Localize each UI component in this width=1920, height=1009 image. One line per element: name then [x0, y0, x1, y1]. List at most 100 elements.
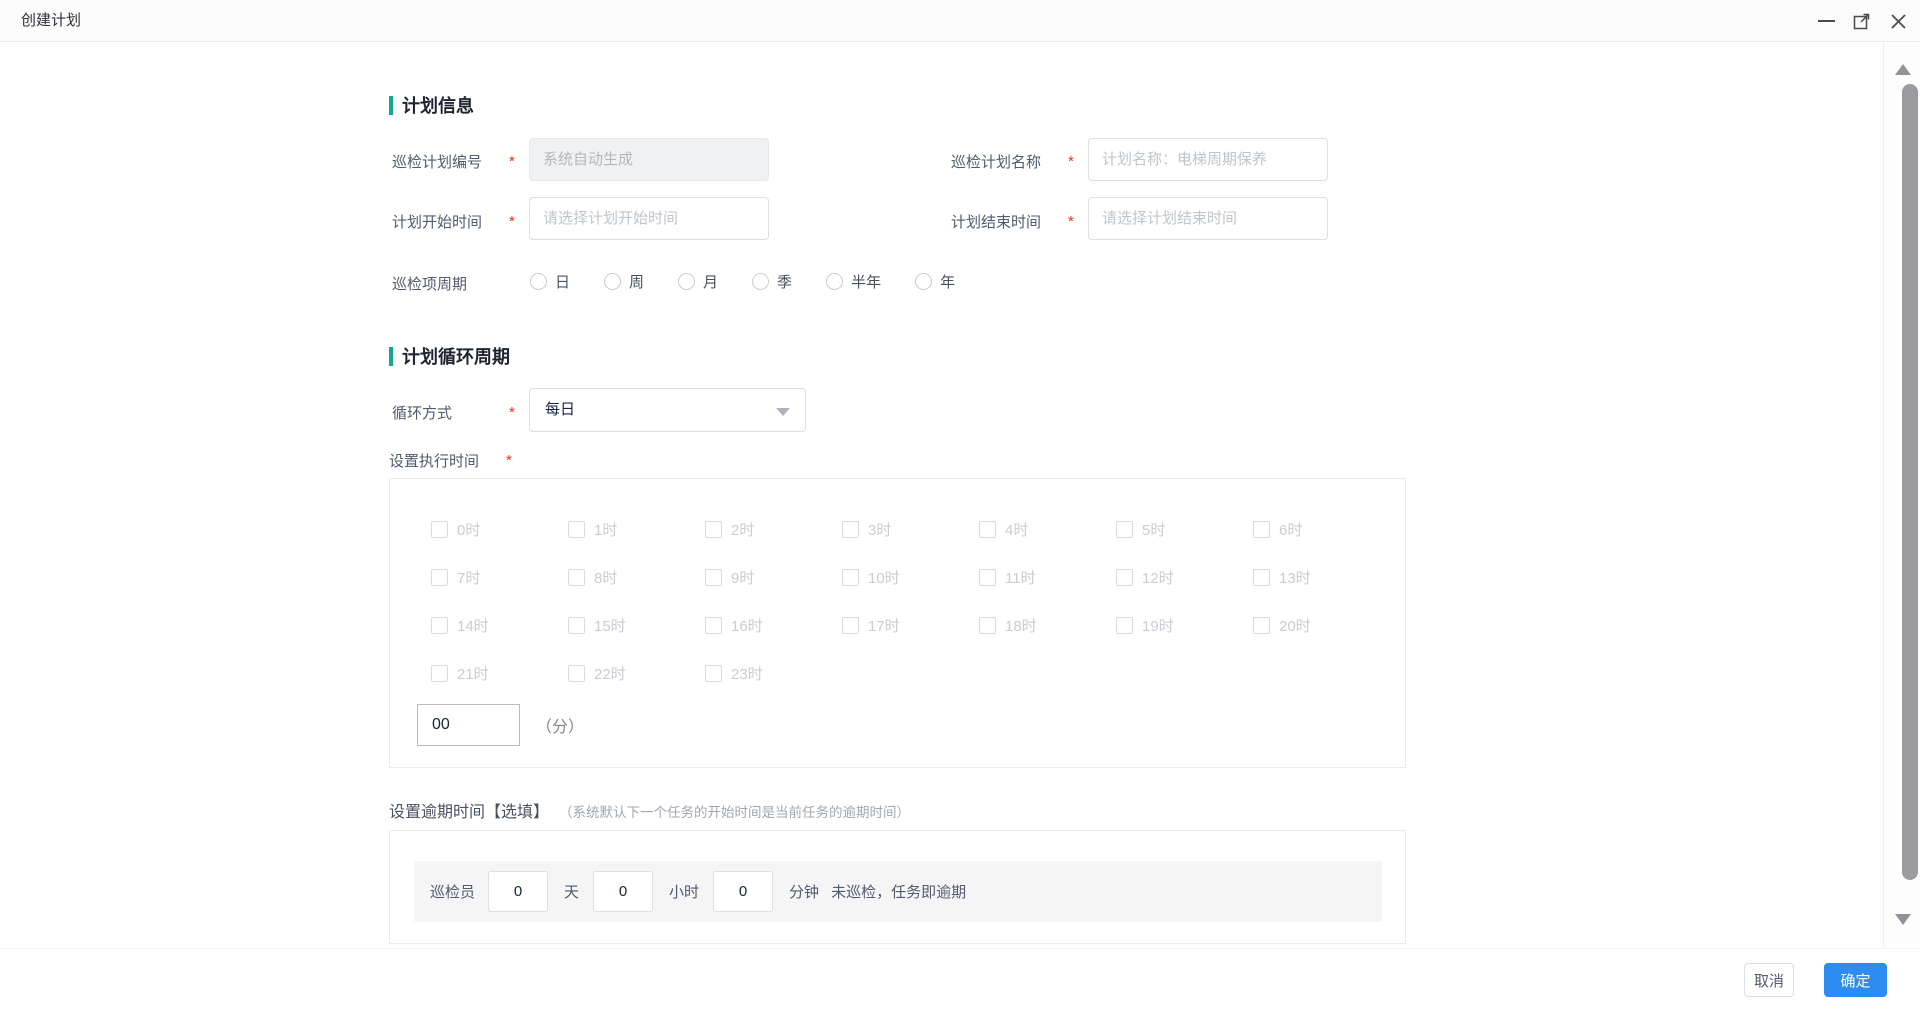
overdue-setting-bar: 巡检员 天 小时 分钟 未巡检，任务即逾期: [414, 861, 1382, 922]
required-asterisk: *: [509, 213, 515, 230]
start-time-label: 计划开始时间: [392, 211, 482, 232]
close-button[interactable]: [1880, 0, 1916, 42]
overdue-suffix-label: 未巡检，任务即逾期: [831, 881, 966, 902]
hour-checkbox-11[interactable]: 11时: [979, 553, 1116, 601]
hour-checkbox-23[interactable]: 23时: [705, 649, 842, 697]
section-plan-info-header: 计划信息: [389, 92, 474, 118]
checkbox-icon: [979, 569, 996, 586]
inspector-label: 巡检员: [430, 881, 475, 902]
checkbox-icon: [431, 569, 448, 586]
radio-icon: [826, 273, 843, 290]
checkbox-icon: [705, 569, 722, 586]
hour-checkbox-19[interactable]: 19时: [1116, 601, 1253, 649]
section-accent-bar: [389, 347, 393, 366]
checkbox-icon: [705, 617, 722, 634]
hour-checkbox-16[interactable]: 16时: [705, 601, 842, 649]
checkbox-icon: [1253, 569, 1270, 586]
hour-checkbox-7[interactable]: 7时: [431, 553, 568, 601]
hour-checkbox-5[interactable]: 5时: [1116, 505, 1253, 553]
maximize-icon: [1853, 12, 1871, 30]
scrollbar-thumb[interactable]: [1902, 84, 1918, 880]
radio-half-year[interactable]: 半年: [826, 271, 881, 292]
cycle-label: 巡检项周期: [392, 273, 467, 294]
radio-icon: [530, 273, 547, 290]
plan-no-label: 巡检计划编号: [392, 151, 482, 172]
checkbox-icon: [568, 521, 585, 538]
hour-checkbox-grid: 0时 1时 2时 3时 4时 5时 6时 7时 8时 9时 10时 11时 12…: [431, 505, 1401, 697]
hour-checkbox-21[interactable]: 21时: [431, 649, 568, 697]
section-accent-bar: [389, 96, 393, 115]
scrollbar: [1883, 42, 1920, 948]
cancel-button[interactable]: 取消: [1744, 963, 1794, 997]
minute-input[interactable]: [417, 704, 520, 746]
checkbox-icon: [979, 521, 996, 538]
section-loop-cycle-header: 计划循环周期: [389, 343, 510, 369]
radio-month[interactable]: 月: [678, 271, 718, 292]
overdue-minutes-input[interactable]: [713, 871, 773, 912]
cycle-radio-group: 日 周 月 季 半年 年: [530, 265, 989, 297]
overdue-days-input[interactable]: [488, 871, 548, 912]
checkbox-icon: [705, 665, 722, 682]
hour-checkbox-12[interactable]: 12时: [1116, 553, 1253, 601]
overdue-hours-input[interactable]: [593, 871, 653, 912]
radio-icon: [678, 273, 695, 290]
hour-checkbox-8[interactable]: 8时: [568, 553, 705, 601]
required-asterisk: *: [509, 153, 515, 170]
required-asterisk: *: [506, 452, 512, 469]
radio-year[interactable]: 年: [915, 271, 955, 292]
hour-checkbox-0[interactable]: 0时: [431, 505, 568, 553]
checkbox-icon: [1253, 617, 1270, 634]
hour-checkbox-20[interactable]: 20时: [1253, 601, 1390, 649]
required-asterisk: *: [1068, 153, 1074, 170]
start-time-input[interactable]: [529, 197, 769, 240]
confirm-button[interactable]: 确定: [1824, 963, 1887, 997]
minute-unit-label: （分）: [536, 713, 584, 737]
hour-checkbox-10[interactable]: 10时: [842, 553, 979, 601]
required-asterisk: *: [509, 404, 515, 421]
hour-checkbox-6[interactable]: 6时: [1253, 505, 1390, 553]
dialog-title: 创建计划: [21, 0, 81, 42]
end-time-input[interactable]: [1088, 197, 1328, 240]
checkbox-icon: [1116, 569, 1133, 586]
checkbox-icon: [568, 665, 585, 682]
hour-checkbox-2[interactable]: 2时: [705, 505, 842, 553]
overdue-note: （系统默认下一个任务的开始时间是当前任务的逾期时间）: [559, 801, 910, 821]
exec-time-panel: 0时 1时 2时 3时 4时 5时 6时 7时 8时 9时 10时 11时 12…: [389, 478, 1406, 768]
radio-day[interactable]: 日: [530, 271, 570, 292]
minimize-button[interactable]: [1808, 0, 1844, 42]
plan-no-input[interactable]: [529, 138, 769, 181]
loop-mode-value: 每日: [545, 389, 575, 431]
exec-time-label: 设置执行时间: [389, 450, 479, 471]
hours-unit-label: 小时: [669, 881, 699, 902]
hour-checkbox-4[interactable]: 4时: [979, 505, 1116, 553]
radio-quarter[interactable]: 季: [752, 271, 792, 292]
radio-icon: [915, 273, 932, 290]
hour-checkbox-9[interactable]: 9时: [705, 553, 842, 601]
hour-checkbox-15[interactable]: 15时: [568, 601, 705, 649]
hour-checkbox-18[interactable]: 18时: [979, 601, 1116, 649]
hour-checkbox-17[interactable]: 17时: [842, 601, 979, 649]
loop-mode-label: 循环方式: [392, 402, 452, 423]
checkbox-icon: [1253, 521, 1270, 538]
checkbox-icon: [705, 521, 722, 538]
loop-mode-select[interactable]: 每日: [529, 388, 806, 432]
checkbox-icon: [568, 617, 585, 634]
radio-week[interactable]: 周: [604, 271, 644, 292]
hour-checkbox-1[interactable]: 1时: [568, 505, 705, 553]
overdue-title: 设置逾期时间【选填】: [389, 798, 549, 822]
checkbox-icon: [979, 617, 996, 634]
scrollbar-down-icon[interactable]: [1895, 914, 1911, 925]
close-icon: [1890, 13, 1907, 30]
hour-checkbox-14[interactable]: 14时: [431, 601, 568, 649]
plan-name-input[interactable]: [1088, 138, 1328, 181]
maximize-button[interactable]: [1844, 0, 1880, 42]
hour-checkbox-13[interactable]: 13时: [1253, 553, 1390, 601]
hour-checkbox-3[interactable]: 3时: [842, 505, 979, 553]
radio-icon: [752, 273, 769, 290]
hour-checkbox-22[interactable]: 22时: [568, 649, 705, 697]
checkbox-icon: [1116, 617, 1133, 634]
required-asterisk: *: [1068, 213, 1074, 230]
checkbox-icon: [842, 617, 859, 634]
section-title: 计划循环周期: [402, 343, 510, 369]
scrollbar-up-icon[interactable]: [1895, 64, 1911, 75]
